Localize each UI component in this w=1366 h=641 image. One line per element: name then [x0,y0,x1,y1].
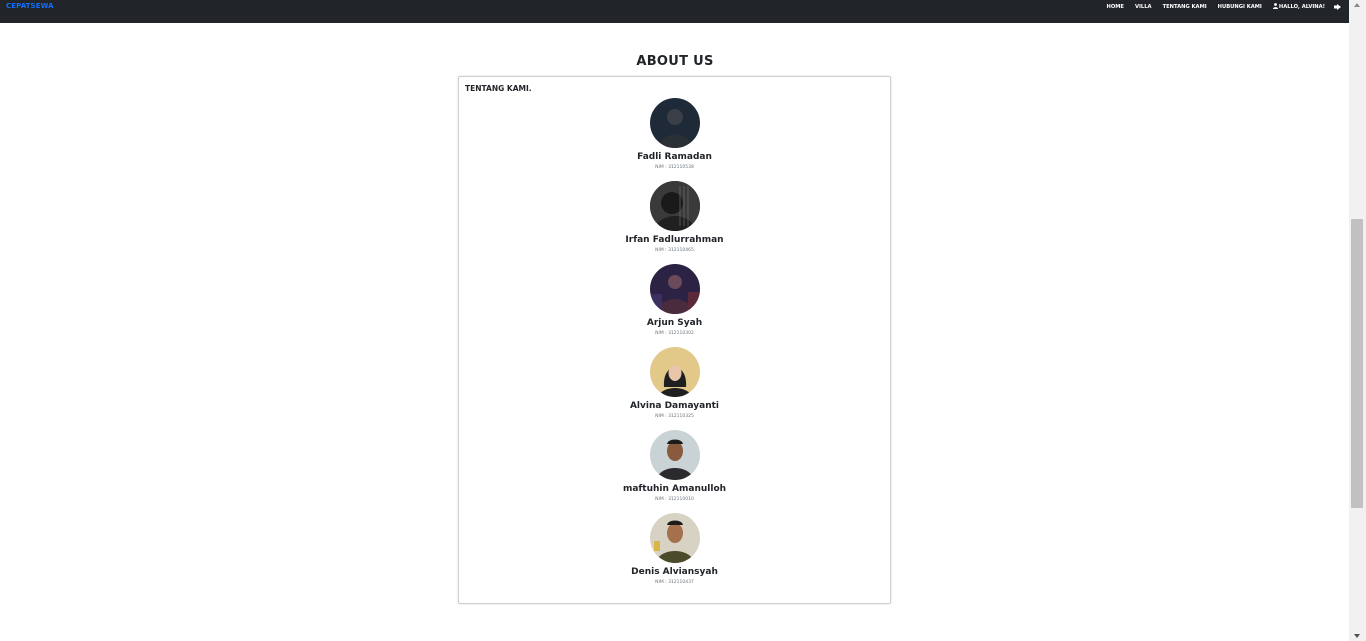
member-nim: NIM : 312110538 [655,165,694,170]
scroll-down-arrow-icon[interactable] [1354,634,1360,638]
member-name: maftuhin Amanulloh [622,484,727,494]
nav-hubungi-kami[interactable]: HUBUNGI KAMI [1218,4,1262,10]
nav-home[interactable]: HOME [1107,4,1124,10]
member-nim: NIM : 312110010 [655,497,694,502]
member-card: Alvina Damayanti NIM : 312110325 [459,347,890,420]
member-card: maftuhin Amanulloh NIM : 312110010 [459,430,890,503]
about-card: TENTANG KAMI. Fadli Ramadan NIM : 312110… [458,76,891,604]
card-heading: TENTANG KAMI. [465,84,532,93]
scroll-up-arrow-icon[interactable] [1354,3,1360,7]
user-icon [1272,3,1278,11]
member-name: Arjun Syah [646,318,703,328]
user-greeting: HALLO, ALVINA! [1278,4,1325,10]
avatar [649,430,700,480]
scroll-thumb[interactable] [1351,219,1363,508]
page-scrollbar[interactable] [1349,0,1366,641]
nav-tentang-kami[interactable]: TENTANG KAMI [1163,4,1207,10]
nav-user-menu[interactable]: HALLO, ALVINA! [1272,3,1325,11]
member-name: Alvina Damayanti [629,401,720,411]
member-name: Fadli Ramadan [637,152,712,162]
nav-villa[interactable]: VILLA [1135,4,1152,10]
member-nim: NIM : 312110465 [655,248,694,253]
avatar [649,98,700,148]
member-card: Arjun Syah NIM : 312110302 [459,264,890,337]
avatar [649,347,700,397]
logout-icon[interactable] [1334,3,1343,11]
member-nim: NIM : 312110325 [655,414,694,419]
avatar [649,181,700,231]
member-name: Denis Alviansyah [631,567,718,577]
page-title: ABOUT US [636,54,714,69]
brand-logo[interactable]: CEPATSEWA [6,2,54,10]
nav-links: HOME VILLA TENTANG KAMI HUBUNGI KAMI HAL… [1096,2,1349,12]
avatar [649,264,700,314]
navbar: CEPATSEWA HOME VILLA TENTANG KAMI HUBUNG… [0,0,1349,23]
member-nim: NIM : 312110302 [655,331,694,336]
avatar [649,513,700,563]
member-nim: NIM : 312110437 [655,580,694,585]
member-card: Denis Alviansyah NIM : 312110437 [459,513,890,586]
member-name: Irfan Fadlurrahman [625,235,724,245]
member-card: Irfan Fadlurrahman NIM : 312110465 [459,181,890,254]
member-card: Fadli Ramadan NIM : 312110538 [459,98,890,171]
